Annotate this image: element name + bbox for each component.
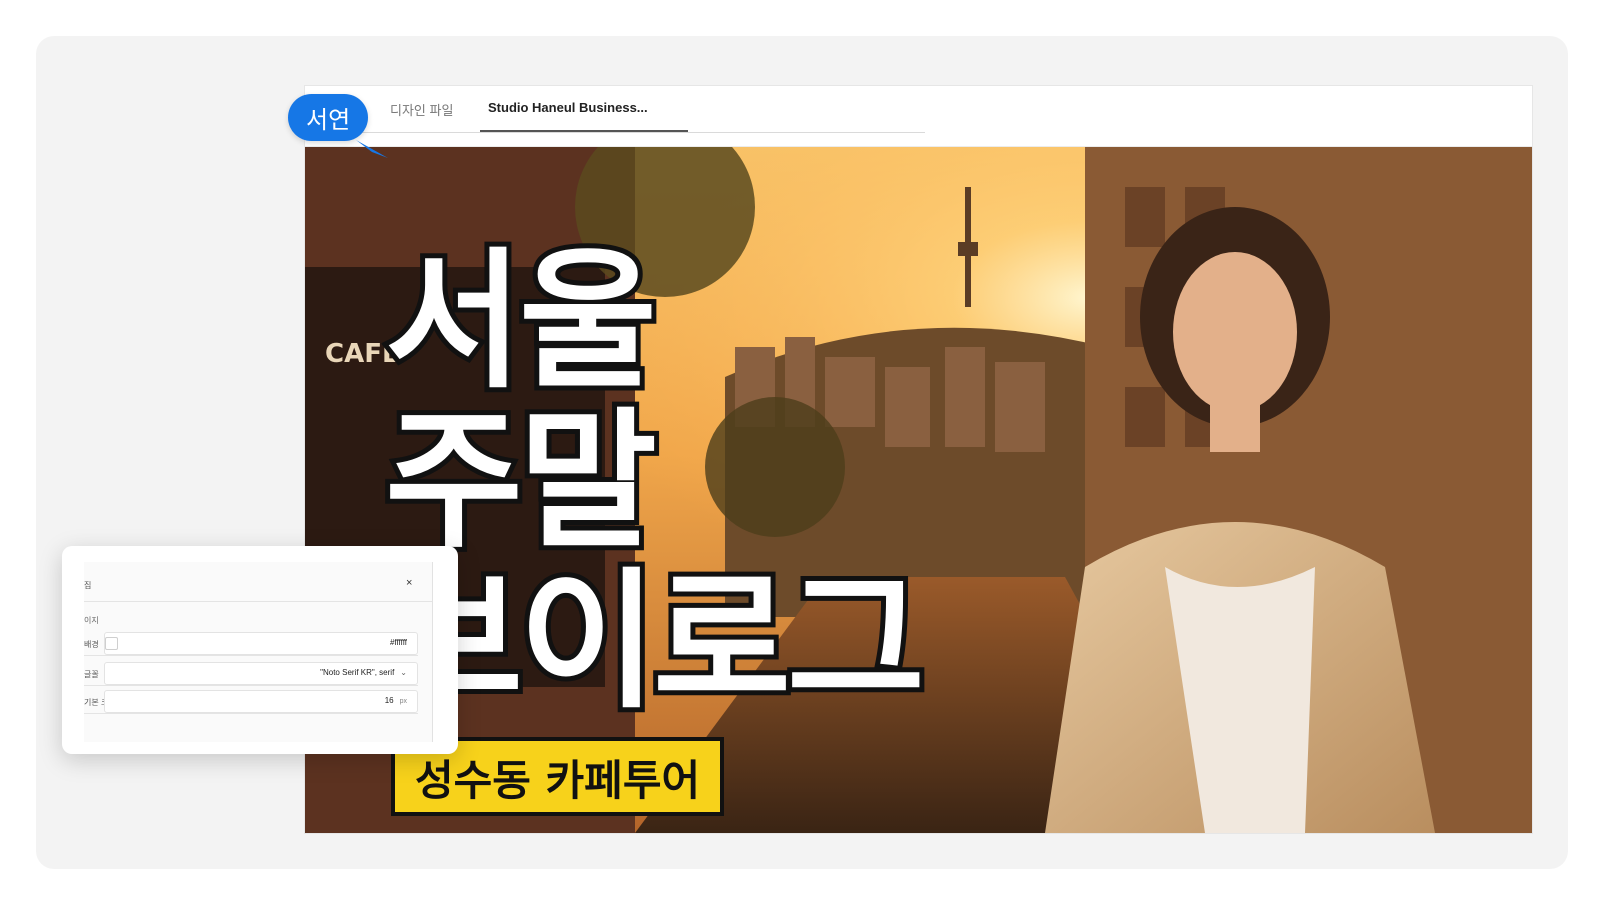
base-size-value: 16	[384, 696, 394, 705]
tab-design-file[interactable]: 디자인 파일	[390, 100, 453, 119]
active-tab-indicator	[480, 130, 688, 132]
tab-strip: 디자인 파일 Studio Haneul Business...	[325, 86, 925, 133]
panel-header: 집 ×	[84, 562, 432, 602]
background-color-field[interactable]: #ffffff	[104, 632, 418, 655]
thumbnail-headline: 서울 주말 브이로그	[380, 235, 930, 729]
background-label: 배경	[84, 640, 99, 649]
settings-form: 집 × 이지 배경 #ffffff 글꼴 "Noto Serif KR", se…	[84, 562, 433, 742]
editor-window: 디자인 파일 Studio Haneul Business... CAFE 서울…	[305, 86, 1532, 833]
style-settings-panel: 집 × 이지 배경 #ffffff 글꼴 "Noto Serif KR", se…	[62, 546, 458, 754]
font-select-value-wrap: "Noto Serif KR", serif ⌄	[320, 668, 407, 677]
thumbnail-canvas[interactable]: CAFE 서울 주말 브이로그 성수동 카페투어	[305, 147, 1532, 833]
tab-bar: 디자인 파일 Studio Haneul Business...	[305, 86, 1532, 147]
font-value: "Noto Serif KR", serif	[320, 668, 395, 677]
font-select[interactable]: "Noto Serif KR", serif ⌄	[104, 662, 418, 685]
headline-line: 주말	[380, 395, 662, 569]
font-label: 글꼴	[84, 670, 99, 679]
section-label: 이지	[84, 616, 99, 625]
base-size-input[interactable]: 16 px	[104, 690, 418, 713]
chevron-down-icon: ⌄	[400, 668, 407, 677]
headline-line: 서울	[380, 235, 662, 409]
panel-title: 집	[84, 581, 92, 590]
base-size-row: 기본 크기 16 px	[84, 690, 418, 714]
headline-line: 브이로그	[380, 555, 930, 729]
unit-label: px	[399, 698, 407, 705]
collaborator-cursor-icon	[356, 140, 388, 158]
base-size-value-wrap: 16 px	[385, 696, 407, 705]
font-row: 글꼴 "Noto Serif KR", serif ⌄	[84, 662, 418, 686]
close-icon[interactable]: ×	[406, 577, 412, 589]
collaborator-cursor-label: 서연	[288, 94, 369, 141]
color-swatch[interactable]	[105, 637, 118, 650]
tab-studio-haneul[interactable]: Studio Haneul Business...	[488, 100, 648, 115]
background-color-value: #ffffff	[389, 638, 407, 647]
background-row: 배경 #ffffff	[84, 632, 418, 656]
